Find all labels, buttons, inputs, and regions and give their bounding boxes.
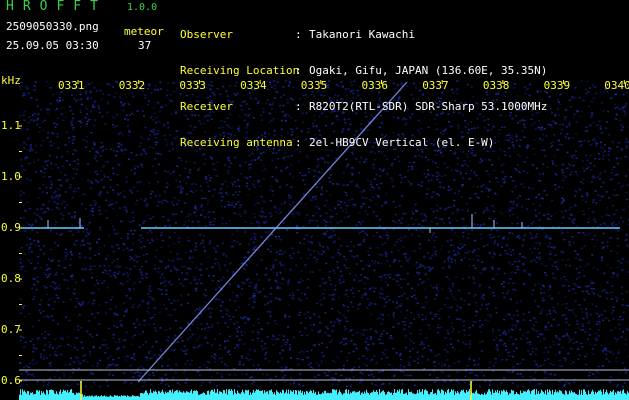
x-tick-label: 0338 <box>482 79 510 92</box>
info-row-antenna: Receiving antenna : 2el-HB9CV Vertical (… <box>180 137 547 149</box>
info-row-receiver: Receiver : R820T2(RTL-SDR) SDR-Sharp 53.… <box>180 101 547 113</box>
info-row-location: Receiving Location : Ogaki, Gifu, JAPAN … <box>180 65 547 77</box>
date-time: 25.09.05 03:30 <box>6 39 99 52</box>
x-tick-label: 0337 <box>422 79 449 92</box>
y-tick-label: 0.6 <box>1 374 21 387</box>
x-tick-label: 0339 <box>543 79 571 92</box>
info-value: R820T2(RTL-SDR) SDR-Sharp 53.1000MHz <box>309 100 548 113</box>
y-tick-label: 0.9 <box>1 221 21 234</box>
info-key: Receiving antenna <box>180 136 293 149</box>
info-value: 2el-HB9CV Vertical (el. E-W) <box>309 136 495 149</box>
app-version: 1.0.0 <box>127 2 158 13</box>
y-tick-label: 0.8 <box>1 272 21 285</box>
x-tick-label: 0332 <box>118 79 146 92</box>
app-logo: HROFFT <box>6 0 107 14</box>
x-tick-label: 0340 <box>604 79 629 92</box>
info-row-observer: Observer : Takanori Kawachi <box>180 29 547 41</box>
y-tick-label: 1.0 <box>1 170 21 183</box>
file-name: 2509050330.png <box>6 20 99 33</box>
info-separator: : <box>295 100 302 113</box>
y-tick-label: 1.1 <box>1 119 21 132</box>
info-value: Ogaki, Gifu, JAPAN (136.60E, 35.35N) <box>309 64 548 77</box>
info-separator: : <box>295 64 302 77</box>
info-key: Observer <box>180 28 233 41</box>
y-tick-label: 0.7 <box>1 323 21 336</box>
meteor-count: 37 <box>138 39 152 52</box>
info-value: Takanori Kawachi <box>309 28 415 41</box>
x-tick-label: 0335 <box>300 79 328 92</box>
meteor-label: meteor <box>124 25 164 38</box>
info-key: Receiving Location <box>180 64 300 77</box>
info-key: Receiver <box>180 100 233 113</box>
x-tick-label: 0334 <box>240 79 267 92</box>
info-separator: : <box>295 136 302 149</box>
info-separator: : <box>295 28 302 41</box>
x-tick-label: 0331 <box>58 79 85 92</box>
x-tick-label: 0333 <box>179 79 206 92</box>
x-tick-label: 0336 <box>361 79 389 92</box>
y-axis-unit: kHz <box>1 74 21 87</box>
